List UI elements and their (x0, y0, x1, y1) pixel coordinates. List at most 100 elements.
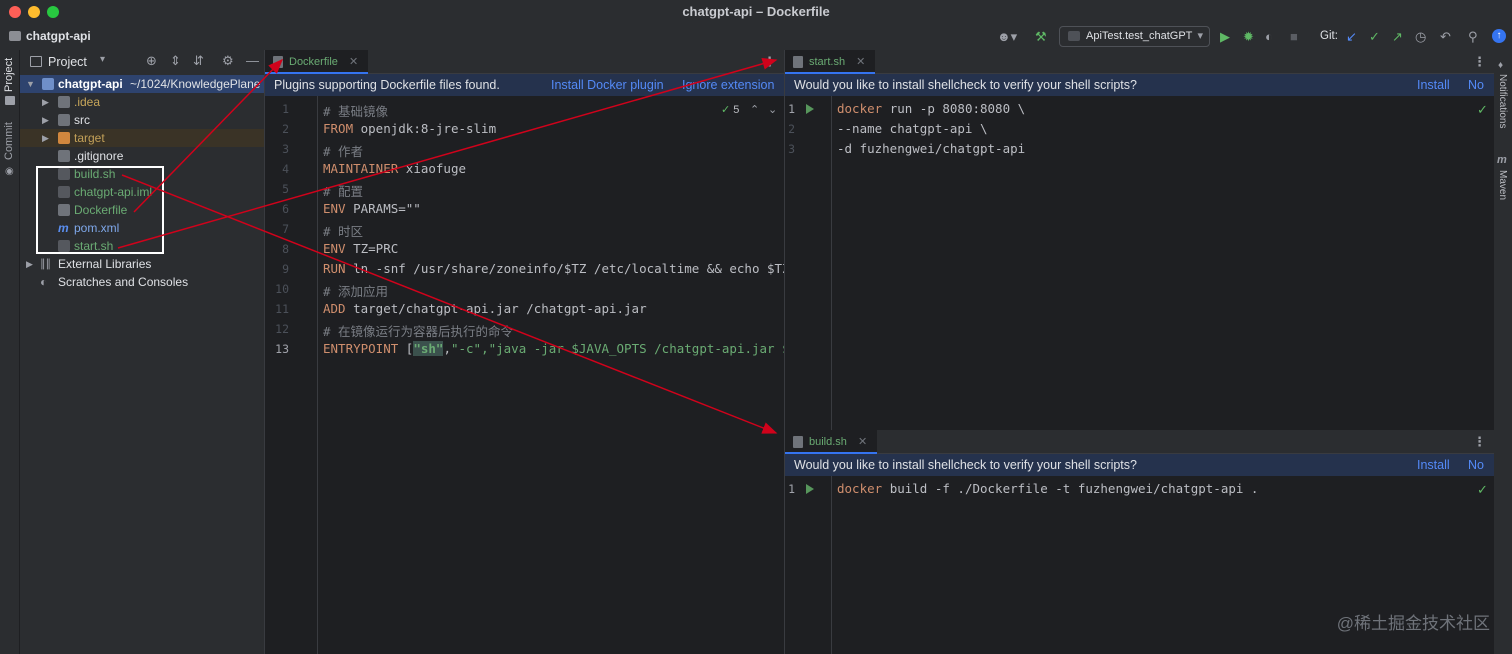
run-icon[interactable]: ▶ (1220, 29, 1230, 44)
code-text: run -p 8080:8080 \ (889, 101, 1026, 116)
line-number: 11 (275, 302, 289, 316)
chevron-down-icon[interactable]: ▼ (26, 75, 35, 93)
annotation-highlight-box (36, 166, 164, 254)
line-number: 1 (788, 102, 795, 116)
code-line[interactable]: ENV PARAMS="" (323, 201, 421, 216)
tab-dockerfile[interactable]: Dockerfile ✕ (265, 50, 369, 74)
project-name[interactable]: chatgpt-api (26, 29, 91, 43)
tree-item-src[interactable]: ▶ src (20, 111, 264, 129)
tree-item-path: ~/1024/KnowledgePlane (130, 77, 261, 91)
tree-item-chatgpt-api[interactable]: ▼ chatgpt-api ~/1024/KnowledgePlane (20, 75, 264, 93)
tree-item-gitignore[interactable]: .gitignore (20, 147, 264, 165)
notifications-tool-button[interactable]: Notifications (1497, 74, 1508, 128)
ignore-extension-link[interactable]: Ignore extension (682, 74, 774, 96)
line-number: 2 (282, 122, 289, 136)
excluded-folder-icon (58, 132, 70, 144)
more-options-icon[interactable]: ⋮ (1473, 54, 1486, 70)
banner-text: Would you like to install shellcheck to … (794, 78, 1137, 92)
minimize-window-button[interactable] (28, 6, 40, 18)
install-docker-plugin-link[interactable]: Install Docker plugin (551, 74, 664, 96)
project-panel-title[interactable]: Project (48, 55, 87, 69)
chevron-right-icon[interactable]: ▶ (26, 255, 33, 273)
rollback-icon[interactable]: ↶ (1440, 29, 1451, 44)
user-icon[interactable]: ☻▾ (997, 29, 1017, 44)
ide-update-icon[interactable]: ↑ (1492, 29, 1506, 43)
gear-icon[interactable]: ⚙ (222, 53, 234, 69)
install-shellcheck-link[interactable]: Install (1417, 454, 1450, 476)
no-shellcheck-link[interactable]: No (1468, 74, 1484, 96)
code-line[interactable]: docker build -f ./Dockerfile -t fuzhengw… (837, 481, 1258, 496)
code-line[interactable]: # 时区 (323, 221, 363, 240)
chevron-right-icon[interactable]: ▶ (42, 93, 49, 111)
tree-item-target[interactable]: ▶ target (20, 129, 264, 147)
tab-start-sh[interactable]: start.sh ✕ (785, 50, 876, 74)
code-line[interactable]: MAINTAINER xiaofuge (323, 161, 466, 176)
run-gutter-icon[interactable] (806, 484, 814, 494)
git-push-icon[interactable]: ↗ (1392, 29, 1403, 44)
code-line[interactable]: # 作者 (323, 141, 363, 160)
chevron-down-icon[interactable]: ⌄ (768, 103, 777, 116)
maximize-window-button[interactable] (47, 6, 59, 18)
close-tab-icon[interactable]: ✕ (858, 436, 867, 448)
chevron-up-icon[interactable]: ⌃ (750, 103, 759, 116)
tree-item-idea[interactable]: ▶ .idea (20, 93, 264, 111)
code-line[interactable]: # 配置 (323, 181, 363, 200)
git-commit-check-icon[interactable]: ✓ (1369, 29, 1380, 44)
maven-tool-button[interactable]: Maven (1497, 170, 1508, 200)
search-icon[interactable]: ⚲ (1468, 29, 1478, 44)
line-number: 10 (275, 282, 289, 296)
chevron-right-icon[interactable]: ▶ (42, 129, 49, 147)
run-configuration-select[interactable]: ApiTest.test_chatGPT ▾ (1059, 26, 1210, 47)
code-line[interactable]: # 在镜像运行为容器后执行的命令 (323, 321, 513, 340)
code-line[interactable]: ENTRYPOINT ["sh","-c","java -jar $JAVA_O… (323, 341, 805, 356)
collapse-all-icon[interactable]: ⇵ (193, 53, 204, 69)
editor-tab-bar: Dockerfile ✕ ⋮ (265, 50, 784, 74)
right-editor-split: start.sh ✕ ⋮ Would you like to install s… (784, 50, 1494, 654)
git-update-icon[interactable]: ↙ (1346, 29, 1357, 44)
tree-item-external-libraries[interactable]: ▶ ∥∥ External Libraries (20, 255, 264, 273)
commit-tool-button[interactable]: Commit (3, 122, 15, 160)
tree-item-scratches[interactable]: ◐ Scratches and Consoles (20, 273, 264, 291)
code-line[interactable]: FROM openjdk:8-jre-slim (323, 121, 496, 136)
run-gutter-icon[interactable] (806, 104, 814, 114)
plugin-suggestion-banner: Plugins supporting Dockerfile files foun… (265, 74, 784, 96)
code-line[interactable]: docker run -p 8080:8080 \ (837, 101, 1025, 116)
tab-build-sh[interactable]: build.sh ✕ (785, 430, 878, 454)
dockerfile-editor: Dockerfile ✕ ⋮ Plugins supporting Docker… (264, 50, 805, 654)
more-options-icon[interactable]: ⋮ (1473, 434, 1486, 450)
stop-icon[interactable]: ■ (1290, 29, 1298, 44)
close-tab-icon[interactable]: ✕ (856, 56, 865, 68)
tab-label: Dockerfile (289, 56, 338, 68)
bell-icon: ♦ (1498, 60, 1504, 71)
code-text: build -f ./Dockerfile -t fuzhengwei/chat… (889, 481, 1259, 496)
code-line[interactable]: ADD target/chatgpt-api.jar /chatgpt-api.… (323, 301, 647, 316)
debug-bug-icon[interactable]: ✹ (1243, 29, 1254, 44)
coverage-icon[interactable]: ◐ (1265, 29, 1273, 44)
project-tool-button[interactable]: Project (3, 58, 15, 92)
shellcheck-banner: Would you like to install shellcheck to … (785, 454, 1494, 476)
more-options-icon[interactable]: ⋮ (763, 54, 776, 70)
code-line[interactable]: RUN ln -snf /usr/share/zoneinfo/$TZ /etc… (323, 261, 805, 276)
code-line[interactable]: --name chatgpt-api \ (837, 121, 988, 136)
window-title-bar: chatgpt-api – Dockerfile (0, 0, 1512, 24)
history-clock-icon[interactable]: ◷ (1415, 29, 1426, 44)
inspection-check-icon[interactable]: ✓ 5 (721, 103, 739, 116)
no-shellcheck-link[interactable]: No (1468, 454, 1484, 476)
gutter-divider (317, 96, 318, 654)
close-tab-icon[interactable]: ✕ (349, 56, 358, 68)
install-shellcheck-link[interactable]: Install (1417, 74, 1450, 96)
build-hammer-icon[interactable]: ⚒ (1035, 29, 1047, 44)
code-line[interactable]: ENV TZ=PRC (323, 241, 398, 256)
locate-file-icon[interactable]: ⊕ (146, 53, 157, 69)
tree-item-label: src (74, 113, 90, 127)
code-line[interactable]: # 基础镜像 (323, 101, 388, 120)
shell-script-icon (793, 56, 803, 68)
chevron-down-icon[interactable]: ▾ (100, 54, 105, 65)
close-window-button[interactable] (9, 6, 21, 18)
code-line[interactable]: -d fuzhengwei/chatgpt-api (837, 141, 1025, 156)
chevron-right-icon[interactable]: ▶ (42, 111, 49, 129)
watermark: @稀土掘金技术社区 (1336, 614, 1490, 633)
code-line[interactable]: # 添加应用 (323, 281, 388, 300)
expand-all-icon[interactable]: ⇕ (170, 53, 181, 69)
hide-panel-icon[interactable]: — (246, 53, 259, 68)
